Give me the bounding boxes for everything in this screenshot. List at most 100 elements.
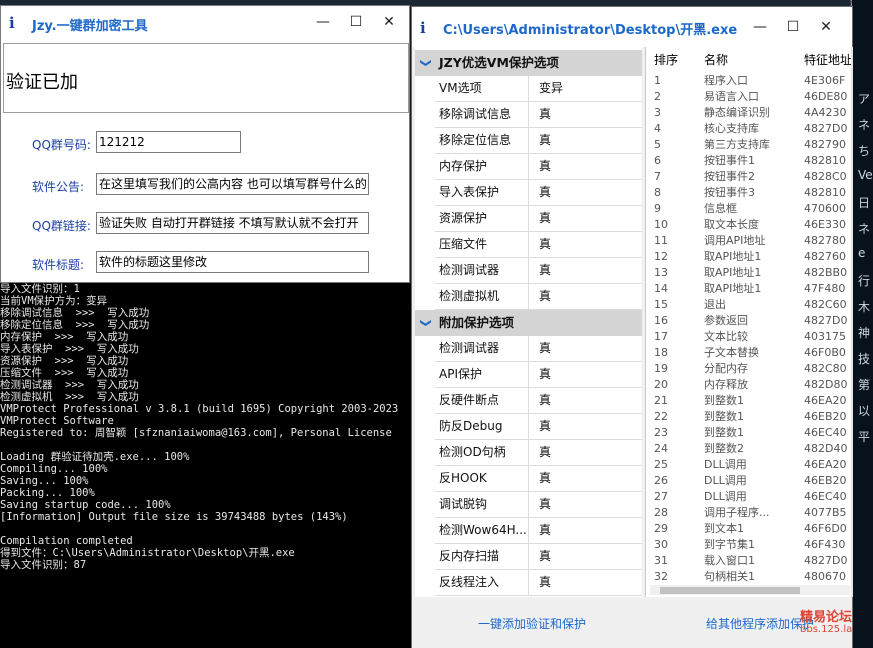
table-row[interactable]: 3 静态编译识别 4A4230 — [646, 105, 853, 121]
option-name: 防反Debug — [439, 419, 503, 433]
maximize-icon[interactable]: ☐ — [346, 12, 366, 32]
option-value[interactable]: 真 — [528, 102, 629, 127]
table-row[interactable]: 29 到文本1 46F6D0 — [646, 521, 853, 537]
option-row[interactable]: 内存保护 真 — [435, 154, 642, 180]
option-row[interactable]: 检测虚拟机 真 — [435, 284, 642, 310]
option-value[interactable]: 真 — [528, 362, 629, 387]
table-row[interactable]: 22 到整数1 46EB20 — [646, 409, 853, 425]
row-name: 取API地址1 — [704, 266, 762, 279]
table-row[interactable]: 9 信息框 470600 — [646, 201, 853, 217]
option-value[interactable]: 真 — [528, 284, 629, 309]
group-link-input[interactable]: 验证失败 自动打开群链接 不填写默认就不会打开 — [96, 212, 369, 234]
console-line: 导入文件识别：1 — [0, 283, 80, 295]
close-icon-2[interactable]: ✕ — [816, 17, 836, 37]
table-row[interactable]: 5 第三方支持库 482790 — [646, 137, 853, 153]
option-value[interactable]: 真 — [528, 440, 629, 465]
table-row[interactable]: 4 核心支持库 4827D0 — [646, 121, 853, 137]
table-row[interactable]: 2 易语言入口 46DE80 — [646, 89, 853, 105]
option-row[interactable]: 调试脱钩 真 — [435, 492, 642, 518]
minimize-icon-2[interactable]: — — [750, 17, 770, 37]
table-row[interactable]: 31 载入窗口1 4827D0 — [646, 553, 853, 569]
option-value[interactable]: 真 — [528, 336, 629, 361]
table-row[interactable]: 12 取API地址1 482760 — [646, 249, 853, 265]
background-window-strip: アネち Ve 日ネ e 行木神技第以平 — [852, 0, 873, 648]
close-icon[interactable]: ✕ — [379, 12, 399, 32]
option-row[interactable]: 反内存扫描 真 — [435, 544, 642, 570]
table-row[interactable]: 21 到整数1 46EA20 — [646, 393, 853, 409]
section-header[interactable]: ❯ JZY优选VM保护选项 — [415, 50, 642, 76]
option-value[interactable]: 真 — [528, 258, 629, 283]
table-row[interactable]: 8 按钮事件3 482810 — [646, 185, 853, 201]
table-row[interactable]: 18 子文本替换 46F0B0 — [646, 345, 853, 361]
section-header[interactable]: ❯ 附加保护选项 — [415, 310, 642, 336]
option-value[interactable]: 真 — [528, 518, 629, 543]
option-row[interactable]: VM选项 变异 — [435, 76, 642, 102]
option-row[interactable]: 反线程注入 真 — [435, 570, 642, 596]
option-row[interactable]: 检测调试器 真 — [435, 336, 642, 362]
scroll-thumb[interactable] — [660, 587, 800, 594]
option-value[interactable]: 真 — [528, 492, 629, 517]
table-row[interactable]: 13 取API地址1 482BB0 — [646, 265, 853, 281]
announcement-input[interactable]: 在这里填写我们的公高内容 也可以填写群号什么的 — [96, 173, 369, 195]
table-row[interactable]: 16 参数返回 4827D0 — [646, 313, 853, 329]
table-row[interactable]: 26 DLL调用 46EB20 — [646, 473, 853, 489]
maximize-icon-2[interactable]: ☐ — [783, 17, 803, 37]
option-value[interactable]: 真 — [528, 414, 629, 439]
table-row[interactable]: 6 按钮事件1 482810 — [646, 153, 853, 169]
option-row[interactable]: 资源保护 真 — [435, 206, 642, 232]
table-row[interactable]: 27 DLL调用 46EC40 — [646, 489, 853, 505]
option-value[interactable]: 真 — [528, 544, 629, 569]
table-horizontal-scrollbar[interactable] — [650, 585, 850, 595]
option-value[interactable]: 变异 — [528, 76, 629, 101]
option-row[interactable]: 移除调试信息 真 — [435, 102, 642, 128]
option-value[interactable]: 真 — [528, 154, 629, 179]
software-title-input[interactable]: 软件的标题这里修改 — [96, 251, 369, 273]
table-row[interactable]: 30 到字节集1 46F430 — [646, 537, 853, 553]
row-name: 信息框 — [704, 202, 737, 215]
option-row[interactable]: 防反Debug 真 — [435, 414, 642, 440]
table-row[interactable]: 11 调用API地址 482780 — [646, 233, 853, 249]
table-vertical-scrollbar[interactable] — [851, 47, 853, 597]
option-row[interactable]: 反HOOK 真 — [435, 466, 642, 492]
table-row[interactable]: 19 分配内存 482C80 — [646, 361, 853, 377]
option-value[interactable]: 真 — [528, 388, 629, 413]
table-row[interactable]: 25 DLL调用 46EA20 — [646, 457, 853, 473]
console-line: Loading 群验证待加壳.exe... 100% — [0, 451, 190, 463]
qq-group-input[interactable]: 121212 — [96, 131, 241, 153]
section-title: 附加保护选项 — [439, 315, 515, 330]
minimize-icon[interactable]: — — [313, 12, 333, 32]
option-row[interactable]: 检测Wow64H... 真 — [435, 518, 642, 544]
option-row[interactable]: 导入表保护 真 — [435, 180, 642, 206]
option-value[interactable]: 真 — [528, 180, 629, 205]
table-row[interactable]: 24 到整数2 482D40 — [646, 441, 853, 457]
table-row[interactable]: 10 取文本长度 46E330 — [646, 217, 853, 233]
table-row[interactable]: 7 按钮事件2 4828C0 — [646, 169, 853, 185]
row-address: 46EC40 — [804, 426, 847, 439]
table-row[interactable]: 15 退出 482C60 — [646, 297, 853, 313]
option-row[interactable]: 检测调试器 真 — [435, 258, 642, 284]
option-row[interactable]: API保护 真 — [435, 362, 642, 388]
option-row[interactable]: 反硬件断点 真 — [435, 388, 642, 414]
option-row[interactable]: 检测OD句柄 真 — [435, 440, 642, 466]
add-protect-other-button[interactable]: 给其他程序添加保护 — [706, 615, 814, 632]
row-order: 26 — [654, 474, 668, 487]
option-value[interactable]: 真 — [528, 232, 629, 257]
option-value[interactable]: 真 — [528, 128, 629, 153]
option-value[interactable]: 真 — [528, 570, 629, 595]
row-address: 482C60 — [804, 298, 847, 311]
option-row[interactable]: 压缩文件 真 — [435, 232, 642, 258]
table-row[interactable]: 23 到整数1 46EC40 — [646, 425, 853, 441]
row-address: 480670 — [804, 570, 846, 583]
table-row[interactable]: 32 句柄相关1 480670 — [646, 569, 853, 585]
option-value[interactable]: 真 — [528, 206, 629, 231]
add-verify-protect-button[interactable]: 一键添加验证和保护 — [478, 615, 586, 632]
row-address: 4077B5 — [804, 506, 847, 519]
option-row[interactable]: 移除定位信息 真 — [435, 128, 642, 154]
chevron-down-icon: ❯ — [419, 318, 433, 328]
table-row[interactable]: 17 文本比较 403175 — [646, 329, 853, 345]
table-row[interactable]: 14 取API地址1 47F480 — [646, 281, 853, 297]
table-row[interactable]: 20 内存释放 482D80 — [646, 377, 853, 393]
table-row[interactable]: 28 调用子程序... 4077B5 — [646, 505, 853, 521]
table-row[interactable]: 1 程序入口 4E306F — [646, 73, 853, 89]
option-value[interactable]: 真 — [528, 466, 629, 491]
